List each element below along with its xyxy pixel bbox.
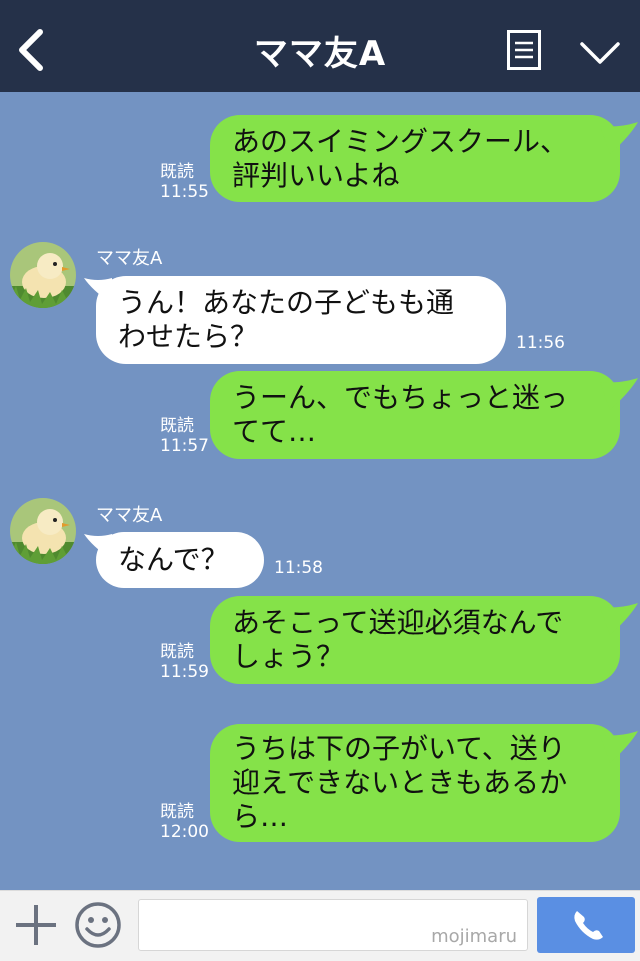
message-line: しょう？: [232, 640, 345, 673]
plus-icon[interactable]: [14, 903, 58, 947]
sender-name: ママ友A: [96, 505, 163, 526]
message-text: うーん、でもちょっと迷っ てて…: [232, 381, 568, 449]
chevron-down-icon[interactable]: [578, 36, 622, 70]
message-line: わせたら？: [118, 320, 259, 353]
outgoing-bubble[interactable]: うちは下の子がいて、送り 迎えできないときもあるか ら…: [210, 724, 620, 842]
read-status: 既読: [160, 162, 194, 182]
read-status: 既読: [160, 416, 194, 436]
phone-icon: [574, 911, 603, 940]
bubble-tail: [600, 731, 638, 763]
message-line: 迎えできないときもあるか: [232, 766, 568, 799]
timestamp: 11:56: [516, 333, 565, 353]
message-text: あのスイミングスクール、 評判いいよね: [232, 125, 568, 193]
message-line: あのスイミングスクール、: [232, 124, 569, 158]
message-meta: 既読 11:57: [160, 416, 209, 456]
message-text: なんで？: [118, 543, 229, 577]
timestamp: 11:55: [160, 182, 209, 202]
bubble-tail: [600, 122, 638, 154]
chat-title: ママ友A: [253, 34, 387, 74]
message-line: なんで？: [118, 543, 229, 576]
input-bar: mojimaru: [0, 890, 640, 961]
timestamp: 11:57: [160, 436, 209, 456]
message-meta: 既読 11:59: [160, 642, 209, 682]
menu-icon[interactable]: [507, 30, 541, 70]
chick-avatar-icon: [10, 498, 76, 564]
message-text: うちは下の子がいて、送り 迎えできないときもあるか ら…: [232, 732, 567, 834]
chick-avatar-icon: [10, 242, 76, 308]
message-line: うちは下の子がいて、送り: [232, 732, 566, 765]
incoming-bubble[interactable]: うん！あなたの子どもも通 わせたら？: [96, 276, 506, 364]
timestamp: 11:59: [160, 662, 209, 682]
message-input[interactable]: mojimaru: [138, 899, 528, 951]
avatar[interactable]: [10, 498, 76, 564]
message-line: うーん、でもちょっと迷っ: [232, 381, 569, 414]
message-list: 既読 11:55 あのスイミングスクール、 評判いいよね ママ友A うん！あなた…: [0, 92, 640, 890]
bubble-tail: [600, 378, 638, 410]
chat-header: ママ友A: [0, 0, 640, 92]
message-line: てて…: [232, 415, 317, 448]
read-status: 既読: [160, 642, 194, 662]
message-line: うん！あなたの子どもも通: [118, 286, 455, 319]
message-line: ら…: [232, 800, 289, 833]
watermark: mojimaru: [431, 926, 517, 947]
call-button[interactable]: [537, 897, 635, 953]
message-line: あそこって送迎必須なんで: [232, 606, 564, 639]
message-meta: 既読 12:00: [160, 802, 209, 842]
outgoing-bubble[interactable]: うーん、でもちょっと迷っ てて…: [210, 371, 620, 459]
timestamp: 12:00: [160, 822, 209, 842]
bubble-tail: [600, 603, 638, 635]
message-line: 評判いいよね: [232, 158, 400, 192]
smiley-icon[interactable]: [74, 901, 122, 949]
avatar[interactable]: [10, 242, 76, 308]
timestamp: 11:58: [274, 558, 323, 578]
message-meta: 既読 11:55: [160, 162, 209, 202]
message-text: あそこって送迎必須なんで しょう？: [232, 606, 563, 674]
sender-name: ママ友A: [96, 248, 163, 269]
message-text: うん！あなたの子どもも通 わせたら？: [118, 286, 454, 354]
read-status: 既読: [160, 802, 194, 822]
incoming-bubble[interactable]: なんで？: [96, 532, 264, 588]
outgoing-bubble[interactable]: あのスイミングスクール、 評判いいよね: [210, 115, 620, 202]
outgoing-bubble[interactable]: あそこって送迎必須なんで しょう？: [210, 596, 620, 684]
